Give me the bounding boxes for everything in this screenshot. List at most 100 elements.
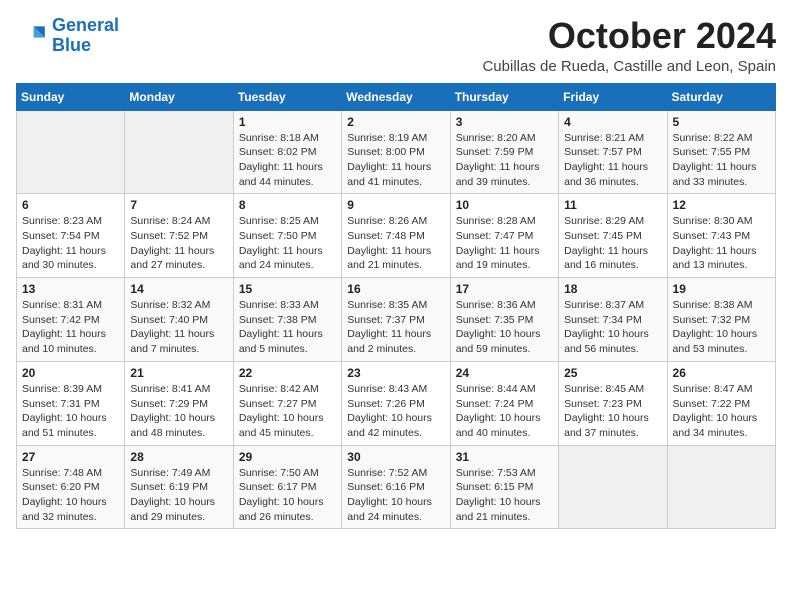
day-number: 4 [564,115,661,129]
weekday-header-wednesday: Wednesday [342,83,450,110]
calendar-table: SundayMondayTuesdayWednesdayThursdayFrid… [16,83,776,530]
calendar-cell: 2Sunrise: 8:19 AMSunset: 8:00 PMDaylight… [342,110,450,194]
calendar-cell: 19 Sunrise: 8:38 AMSunset: 7:32 PMDayligh… [667,278,775,362]
logo-text: General Blue [52,16,119,56]
day-info: Sunrise: 8:21 AMSunset: 7:57 PMDaylight:… [564,131,661,190]
weekday-header-thursday: Thursday [450,83,558,110]
day-info: Sunrise: 7:50 AMSunset: 6:17 PMDaylight:… [239,466,336,525]
calendar-cell: 1Sunrise: 8:18 AMSunset: 8:02 PMDaylight… [233,110,341,194]
calendar-cell: 21 Sunrise: 8:41 AMSunset: 7:29 PMDayligh… [125,361,233,445]
day-info: Sunrise: 8:44 AMSunset: 7:24 PMDaylight:… [456,382,553,441]
calendar-cell: 13 Sunrise: 8:31 AMSunset: 7:42 PMDayligh… [17,278,125,362]
day-number: 8 [239,198,336,212]
day-number: 27 [22,450,119,464]
day-number: 24 [456,366,553,380]
day-info: Sunrise: 8:31 AMSunset: 7:42 PMDaylight:… [22,298,119,357]
day-info: Sunrise: 8:33 AMSunset: 7:38 PMDaylight:… [239,298,336,357]
calendar-cell: 12 Sunrise: 8:30 AMSunset: 7:43 PMDayligh… [667,194,775,278]
day-info: Sunrise: 8:37 AMSunset: 7:34 PMDaylight:… [564,298,661,357]
day-info: Sunrise: 8:47 AMSunset: 7:22 PMDaylight:… [673,382,770,441]
day-number: 26 [673,366,770,380]
calendar-cell: 23 Sunrise: 8:43 AMSunset: 7:26 PMDayligh… [342,361,450,445]
calendar-cell: 3Sunrise: 8:20 AMSunset: 7:59 PMDaylight… [450,110,558,194]
day-info: Sunrise: 8:24 AMSunset: 7:52 PMDaylight:… [130,214,227,273]
day-number: 5 [673,115,770,129]
day-info: Sunrise: 8:38 AMSunset: 7:32 PMDaylight:… [673,298,770,357]
weekday-header-monday: Monday [125,83,233,110]
day-info: Sunrise: 8:42 AMSunset: 7:27 PMDaylight:… [239,382,336,441]
day-info: Sunrise: 8:22 AMSunset: 7:55 PMDaylight:… [673,131,770,190]
day-info: Sunrise: 8:39 AMSunset: 7:31 PMDaylight:… [22,382,119,441]
calendar-week-4: 20 Sunrise: 8:39 AMSunset: 7:31 PMDayligh… [17,361,776,445]
day-info: Sunrise: 7:49 AMSunset: 6:19 PMDaylight:… [130,466,227,525]
day-number: 11 [564,198,661,212]
day-info: Sunrise: 8:36 AMSunset: 7:35 PMDaylight:… [456,298,553,357]
month-title: October 2024 [482,16,776,56]
logo: General Blue [16,16,119,56]
calendar-week-2: 6 Sunrise: 8:23 AMSunset: 7:54 PMDaylight… [17,194,776,278]
day-number: 14 [130,282,227,296]
day-number: 16 [347,282,444,296]
calendar-cell: 16Sunrise: 8:35 AMSunset: 7:37 PMDayligh… [342,278,450,362]
calendar-cell: 30Sunrise: 7:52 AMSunset: 6:16 PMDayligh… [342,445,450,529]
day-number: 21 [130,366,227,380]
day-info: Sunrise: 8:23 AMSunset: 7:54 PMDaylight:… [22,214,119,273]
day-number: 29 [239,450,336,464]
calendar-cell: 20 Sunrise: 8:39 AMSunset: 7:31 PMDayligh… [17,361,125,445]
day-number: 23 [347,366,444,380]
calendar-cell: 6 Sunrise: 8:23 AMSunset: 7:54 PMDaylight… [17,194,125,278]
calendar-cell [125,110,233,194]
day-info: Sunrise: 7:52 AMSunset: 6:16 PMDaylight:… [347,466,444,525]
day-info: Sunrise: 8:41 AMSunset: 7:29 PMDaylight:… [130,382,227,441]
calendar-week-5: 27 Sunrise: 7:48 AMSunset: 6:20 PMDayligh… [17,445,776,529]
day-info: Sunrise: 8:43 AMSunset: 7:26 PMDaylight:… [347,382,444,441]
day-number: 15 [239,282,336,296]
calendar-cell: 22 Sunrise: 8:42 AMSunset: 7:27 PMDayligh… [233,361,341,445]
day-number: 6 [22,198,119,212]
calendar-cell: 7Sunrise: 8:24 AMSunset: 7:52 PMDaylight… [125,194,233,278]
calendar-cell: 26 Sunrise: 8:47 AMSunset: 7:22 PMDayligh… [667,361,775,445]
day-number: 9 [347,198,444,212]
calendar-cell: 25Sunrise: 8:45 AMSunset: 7:23 PMDayligh… [559,361,667,445]
calendar-cell: 4 Sunrise: 8:21 AMSunset: 7:57 PMDaylight… [559,110,667,194]
day-number: 13 [22,282,119,296]
day-info: Sunrise: 8:30 AMSunset: 7:43 PMDaylight:… [673,214,770,273]
location-title: Cubillas de Rueda, Castille and Leon, Sp… [482,58,776,75]
calendar-cell: 29 Sunrise: 7:50 AMSunset: 6:17 PMDayligh… [233,445,341,529]
calendar-cell: 18Sunrise: 8:37 AMSunset: 7:34 PMDayligh… [559,278,667,362]
day-number: 22 [239,366,336,380]
page-header: General Blue October 2024 Cubillas de Ru… [16,16,776,75]
calendar-cell [667,445,775,529]
calendar-cell: 17Sunrise: 8:36 AMSunset: 7:35 PMDayligh… [450,278,558,362]
weekday-header-sunday: Sunday [17,83,125,110]
day-number: 25 [564,366,661,380]
day-number: 1 [239,115,336,129]
calendar-cell: 15 Sunrise: 8:33 AMSunset: 7:38 PMDayligh… [233,278,341,362]
weekday-header-tuesday: Tuesday [233,83,341,110]
day-number: 12 [673,198,770,212]
day-info: Sunrise: 7:48 AMSunset: 6:20 PMDaylight:… [22,466,119,525]
calendar-cell: 5 Sunrise: 8:22 AMSunset: 7:55 PMDaylight… [667,110,775,194]
logo-blue: Blue [52,35,91,55]
day-number: 31 [456,450,553,464]
weekday-header-saturday: Saturday [667,83,775,110]
title-section: October 2024 Cubillas de Rueda, Castille… [482,16,776,75]
day-info: Sunrise: 8:19 AMSunset: 8:00 PMDaylight:… [347,131,444,190]
day-info: Sunrise: 7:53 AMSunset: 6:15 PMDaylight:… [456,466,553,525]
day-info: Sunrise: 8:32 AMSunset: 7:40 PMDaylight:… [130,298,227,357]
calendar-cell: 10Sunrise: 8:28 AMSunset: 7:47 PMDayligh… [450,194,558,278]
day-info: Sunrise: 8:25 AMSunset: 7:50 PMDaylight:… [239,214,336,273]
calendar-week-3: 13 Sunrise: 8:31 AMSunset: 7:42 PMDayligh… [17,278,776,362]
calendar-week-1: 1Sunrise: 8:18 AMSunset: 8:02 PMDaylight… [17,110,776,194]
calendar-cell [17,110,125,194]
day-number: 19 [673,282,770,296]
day-number: 3 [456,115,553,129]
day-number: 28 [130,450,227,464]
day-info: Sunrise: 8:26 AMSunset: 7:48 PMDaylight:… [347,214,444,273]
logo-general: General [52,15,119,35]
calendar-cell: 9 Sunrise: 8:26 AMSunset: 7:48 PMDaylight… [342,194,450,278]
day-info: Sunrise: 8:28 AMSunset: 7:47 PMDaylight:… [456,214,553,273]
calendar-cell: 27 Sunrise: 7:48 AMSunset: 6:20 PMDayligh… [17,445,125,529]
calendar-cell: 14 Sunrise: 8:32 AMSunset: 7:40 PMDayligh… [125,278,233,362]
day-number: 20 [22,366,119,380]
